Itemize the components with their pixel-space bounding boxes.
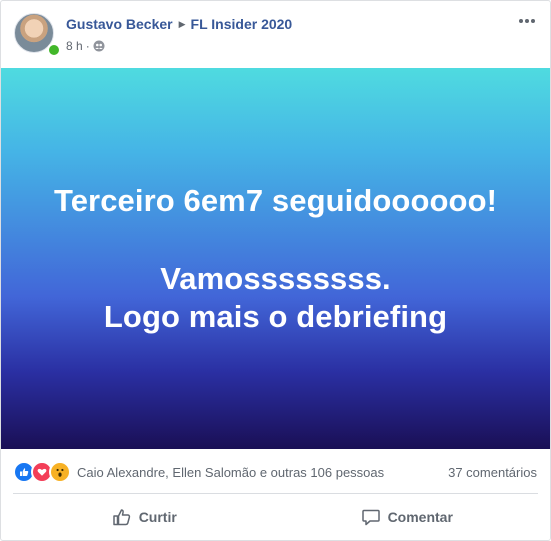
post-card: Gustavo Becker ▶ FL Insider 2020 8 h · Ter… xyxy=(0,0,551,541)
like-button-label: Curtir xyxy=(138,508,177,525)
banner-line-1: Terceiro 6em7 seguidoooooo! xyxy=(53,182,498,218)
comment-button[interactable]: Comentar xyxy=(276,494,539,539)
comment-icon xyxy=(361,509,380,525)
post-header: Gustavo Becker ▶ FL Insider 2020 8 h · xyxy=(1,1,550,68)
author-name[interactable]: Gustavo Becker xyxy=(66,16,173,32)
post-actions: Curtir Comentar xyxy=(13,493,538,539)
group-name[interactable]: FL Insider 2020 xyxy=(191,16,293,32)
banner-line-2: Vamossssssss. xyxy=(160,260,391,296)
group-icon xyxy=(93,40,105,52)
reaction-names[interactable]: Caio Alexandre, Ellen Salomão e outras 1… xyxy=(77,465,384,480)
wow-icon xyxy=(49,461,71,483)
thumbs-up-icon xyxy=(112,508,130,525)
author-line: Gustavo Becker ▶ FL Insider 2020 xyxy=(66,16,292,32)
banner-line-3: Logo mais o debriefing xyxy=(103,298,448,334)
like-button[interactable]: Curtir xyxy=(13,494,276,539)
comment-count[interactable]: 37 comentários xyxy=(448,465,537,480)
banner-text: Terceiro 6em7 seguidoooooo! Vamossssssss… xyxy=(54,182,497,336)
reactions-bar: Caio Alexandre, Ellen Salomão e outras 1… xyxy=(1,449,550,493)
more-options-icon[interactable] xyxy=(517,11,537,31)
meta-separator: · xyxy=(85,39,90,53)
reaction-icons[interactable] xyxy=(13,461,71,483)
comment-button-label: Comentar xyxy=(387,508,453,525)
post-time[interactable]: 8 h xyxy=(66,39,83,53)
post-banner: Terceiro 6em7 seguidoooooo! Vamossssssss… xyxy=(1,68,550,449)
post-meta: 8 h · xyxy=(66,39,105,53)
online-status-icon xyxy=(47,43,61,57)
arrow-right-icon: ▶ xyxy=(178,19,186,29)
